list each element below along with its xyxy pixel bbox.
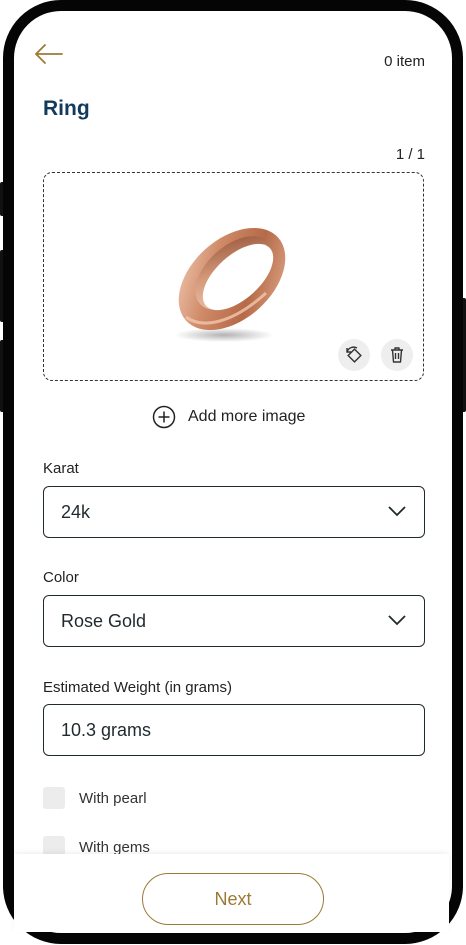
plus-circle-icon xyxy=(152,405,176,429)
color-select[interactable]: Rose Gold xyxy=(43,595,425,647)
image-upload-box[interactable] xyxy=(43,172,424,381)
add-more-image-button[interactable]: Add more image xyxy=(152,405,305,429)
with-pearl-label: With pearl xyxy=(79,789,147,807)
with-pearl-option[interactable]: With pearl xyxy=(43,787,147,809)
color-value: Rose Gold xyxy=(61,610,147,631)
ring-image xyxy=(174,227,286,342)
chevron-down-icon xyxy=(388,615,406,626)
footer-bar: Next xyxy=(14,854,449,932)
with-gems-label: With gems xyxy=(79,838,150,856)
rotate-image-button[interactable] xyxy=(338,339,370,371)
with-pearl-checkbox[interactable] xyxy=(43,787,65,809)
karat-label: Karat xyxy=(43,460,79,477)
color-label: Color xyxy=(43,569,79,586)
next-button[interactable]: Next xyxy=(142,873,324,925)
chevron-down-icon xyxy=(388,506,406,517)
weight-label: Estimated Weight (in grams) xyxy=(43,679,232,696)
karat-value: 24k xyxy=(61,501,91,522)
trash-icon xyxy=(391,347,403,363)
page-title: Ring xyxy=(43,97,90,120)
add-more-image-label: Add more image xyxy=(188,408,306,425)
item-count: 0 item xyxy=(384,53,425,70)
screen: 0 item Ring 1 / 1 Add more image Karat 2… xyxy=(14,11,449,932)
karat-select[interactable]: 24k xyxy=(43,486,425,538)
rotate-icon xyxy=(346,346,362,363)
weight-input[interactable]: 10.3 grams xyxy=(43,704,425,756)
delete-image-button[interactable] xyxy=(381,339,413,371)
weight-value: 10.3 grams xyxy=(61,719,152,740)
back-arrow-icon[interactable] xyxy=(34,43,64,65)
image-counter: 1 / 1 xyxy=(395,146,425,163)
